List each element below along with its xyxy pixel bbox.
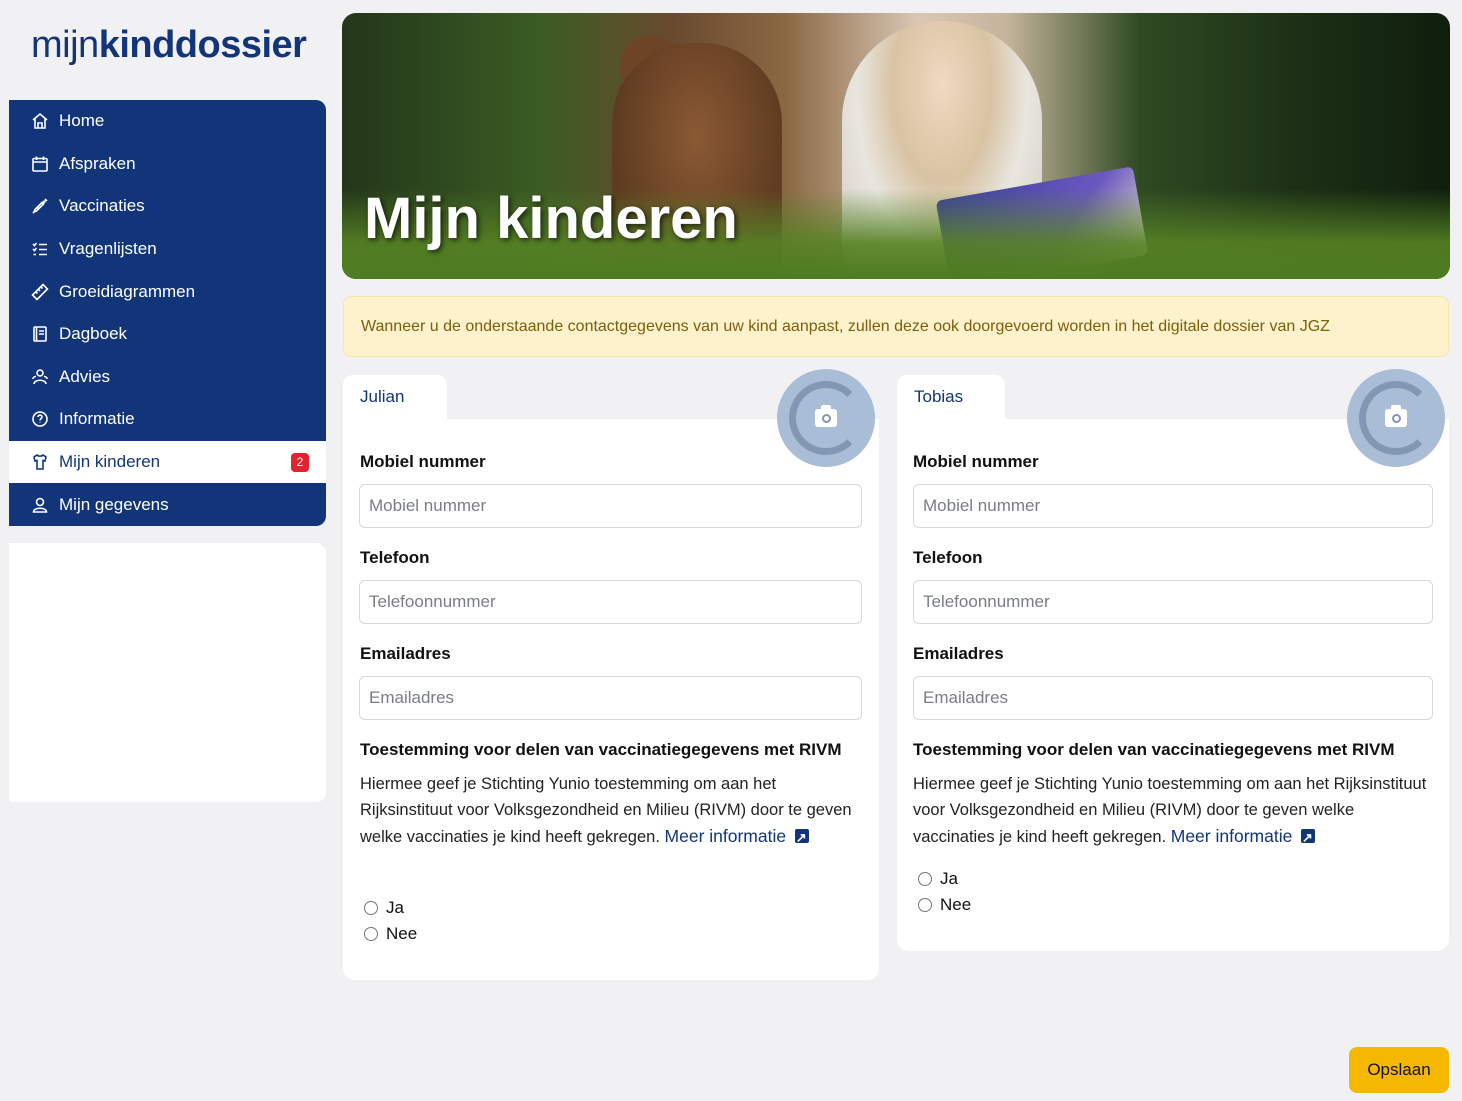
email-input-julian[interactable] — [359, 676, 862, 720]
consent-body: Hiermee geef je Stichting Yunio toestemm… — [913, 775, 1427, 846]
sidebar-item-label: Home — [59, 111, 105, 131]
sidebar-item-label: Vaccinaties — [59, 196, 145, 216]
sidebar-item-dagboek[interactable]: Dagboek — [9, 313, 326, 356]
logo[interactable]: mijnkinddossier — [31, 24, 307, 67]
checklist-icon — [31, 240, 49, 258]
sidebar-item-vaccinaties[interactable]: Vaccinaties — [9, 185, 326, 228]
notice-text: Wanneer u de onderstaande contactgegeven… — [361, 317, 1330, 335]
radio-label-no: Nee — [940, 895, 972, 914]
radio-yes-julian[interactable]: Ja — [364, 898, 404, 918]
info-notice: Wanneer u de onderstaande contactgegeven… — [343, 296, 1449, 357]
avatar-upload-tobias[interactable] — [1347, 369, 1445, 467]
radio-input-no[interactable] — [918, 898, 932, 912]
sidebar-item-informatie[interactable]: Informatie — [9, 398, 326, 441]
mobile-label: Mobiel nummer — [360, 452, 486, 471]
sidebar-item-label: Advies — [59, 366, 111, 386]
logo-bold-text: kinddossier — [98, 24, 307, 66]
sidebar-item-label: Mijn gegevens — [59, 494, 169, 514]
logo-light-text: mijn — [31, 24, 99, 66]
sidebar-item-mijn-kinderen[interactable]: Mijn kinderen 2 — [9, 440, 326, 484]
calendar-icon — [31, 155, 49, 173]
more-info-link-julian[interactable]: Meer informatie — [665, 826, 787, 846]
more-info-link-tobias[interactable]: Meer informatie — [1171, 826, 1293, 846]
radio-yes-tobias[interactable]: Ja — [918, 869, 958, 889]
sidebar-item-afspraken[interactable]: Afspraken — [9, 143, 326, 186]
radio-input-yes[interactable] — [364, 901, 378, 915]
email-input-tobias[interactable] — [913, 676, 1433, 720]
radio-input-no[interactable] — [364, 927, 378, 941]
email-label: Emailadres — [913, 644, 1004, 663]
sidebar-item-label: Afspraken — [59, 153, 136, 173]
ruler-icon — [31, 283, 49, 301]
sidebar-item-label: Informatie — [59, 409, 135, 429]
radio-no-julian[interactable]: Nee — [364, 924, 417, 944]
question-icon — [31, 410, 49, 428]
save-button[interactable]: Opslaan — [1349, 1047, 1449, 1093]
external-link-icon[interactable] — [1300, 825, 1315, 851]
tab-child-tobias[interactable]: Tobias — [897, 375, 1005, 419]
child-name: Tobias — [914, 387, 964, 406]
radio-label-no: Nee — [386, 924, 418, 943]
phone-label: Telefoon — [360, 548, 430, 567]
camera-icon[interactable] — [1385, 405, 1407, 427]
radio-no-tobias[interactable]: Nee — [918, 895, 971, 915]
tab-child-julian[interactable]: Julian — [343, 375, 447, 419]
consent-title: Toestemming voor delen van vaccinatiegeg… — [913, 740, 1395, 759]
sidebar-item-home[interactable]: Home — [9, 100, 326, 143]
user-icon — [31, 496, 49, 514]
sidebar-item-label: Groeidiagrammen — [59, 281, 196, 301]
avatar-upload-julian[interactable] — [777, 369, 875, 467]
consent-title: Toestemming voor delen van vaccinatiegeg… — [360, 740, 842, 759]
sidebar-item-vragenlijsten[interactable]: Vragenlijsten — [9, 228, 326, 271]
radio-label-yes: Ja — [386, 898, 404, 917]
sidebar-item-label: Mijn kinderen — [59, 452, 161, 472]
child-clothing-icon — [31, 453, 49, 471]
sidebar-item-groeidiagrammen[interactable]: Groeidiagrammen — [9, 270, 326, 313]
radio-input-yes[interactable] — [918, 872, 932, 886]
hero-banner: Mijn kinderen — [342, 13, 1450, 279]
syringe-icon — [31, 197, 49, 215]
page-title: Mijn kinderen — [364, 186, 738, 251]
mobile-label: Mobiel nummer — [913, 452, 1039, 471]
camera-icon[interactable] — [815, 405, 837, 427]
sidebar-empty-panel — [9, 543, 326, 802]
child-name: Julian — [360, 387, 405, 406]
mobile-input-tobias[interactable] — [913, 484, 1433, 528]
external-link-icon[interactable] — [794, 825, 809, 851]
notification-badge: 2 — [291, 452, 309, 472]
consent-text: Hiermee geef je Stichting Yunio toestemm… — [360, 771, 865, 851]
sidebar-item-label: Dagboek — [59, 324, 128, 344]
consent-text: Hiermee geef je Stichting Yunio toestemm… — [913, 771, 1435, 851]
sidebar-item-label: Vragenlijsten — [59, 239, 157, 259]
sidebar-item-mijn-gegevens[interactable]: Mijn gegevens — [9, 483, 326, 526]
sidebar-nav: Home Afspraken Vaccinaties Vragenlijsten… — [9, 100, 326, 526]
radio-label-yes: Ja — [940, 869, 958, 888]
journal-icon — [31, 325, 49, 343]
phone-label: Telefoon — [913, 548, 983, 567]
email-label: Emailadres — [360, 644, 451, 663]
phone-input-julian[interactable] — [359, 580, 862, 624]
people-icon — [31, 368, 49, 386]
home-icon — [31, 112, 49, 130]
sidebar-item-advies[interactable]: Advies — [9, 356, 326, 399]
mobile-input-julian[interactable] — [359, 484, 862, 528]
phone-input-tobias[interactable] — [913, 580, 1433, 624]
